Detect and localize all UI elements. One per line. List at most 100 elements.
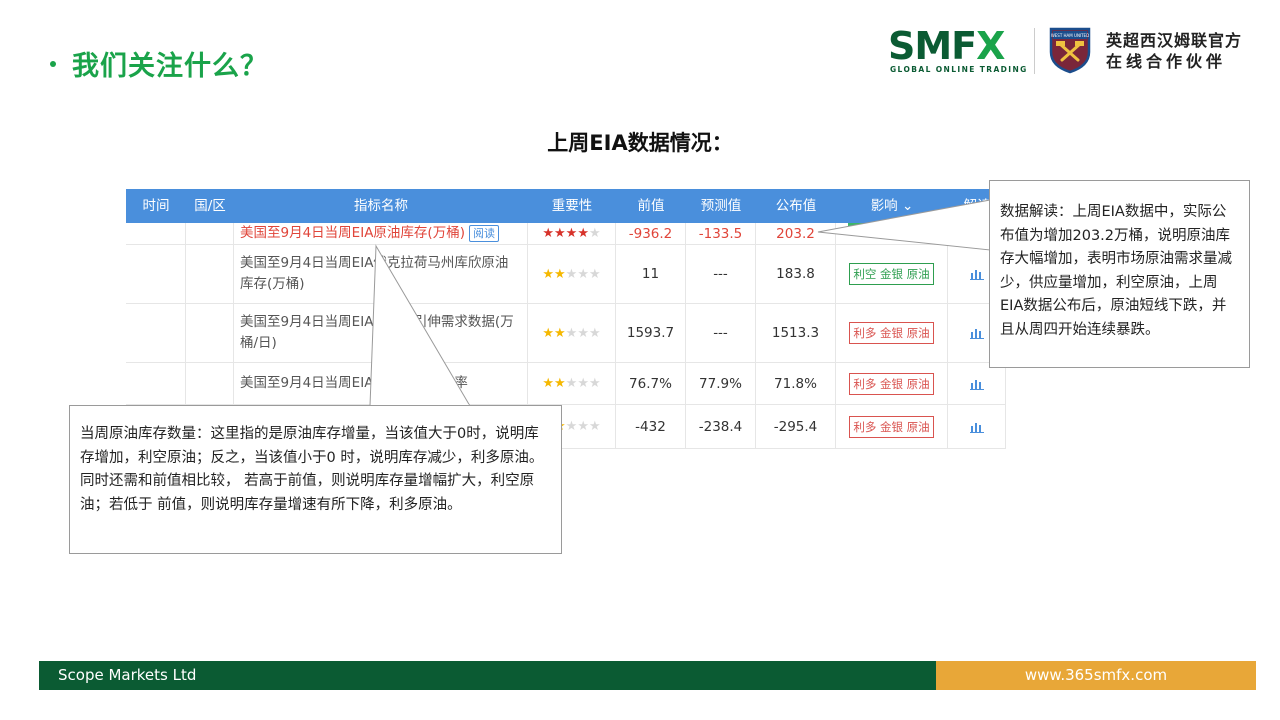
impact-cell: 利空 金银 原油	[836, 245, 948, 303]
time-cell	[126, 363, 186, 404]
value-forecast: ---	[686, 245, 756, 303]
brand-logos: SMFX GLOBAL ONLINE TRADING WEST HAM UNIT…	[888, 26, 1258, 78]
value-prev: 1593.7	[616, 304, 686, 362]
forecast-value: ---	[713, 325, 728, 341]
crude-inventory-callout: 当周原油库存数量：这里指的是原油库存增量，当该值大于0时，说明库存增加，利空原油…	[69, 405, 562, 554]
star-icon: ★	[588, 226, 601, 241]
indicator-name: 美国至9月4日当周EIA俄克拉荷马州库欣原油库存(万桶)	[234, 245, 528, 303]
star-icon: ★	[577, 325, 589, 341]
table-row: 美国至9月4日当周EIA原油库存(万桶) 阅读 ★★★★★ -936.2 -133.5 2…	[126, 223, 1006, 245]
actual-value: 183.8	[776, 266, 815, 282]
forecast-value: 77.9%	[699, 375, 742, 392]
header-region: 国/区	[194, 198, 226, 214]
value-prev: -936.2	[616, 223, 686, 244]
star-icon: ★	[554, 226, 566, 241]
west-ham-crest-icon: WEST HAM UNITED	[1049, 27, 1091, 74]
table-row: 美国至9月4日当周EIA精炼油引伸需求数据(万桶/日) ★★★★★ 1593.7 --…	[126, 304, 1006, 363]
interpretation-callout: 数据解读：上周EIA数据中，实际公布值为增加203.2万桶，说明原油库存大幅增加…	[989, 180, 1250, 368]
star-icon: ★	[554, 376, 566, 391]
time-cell	[126, 245, 186, 303]
logo-divider	[1034, 28, 1035, 74]
chart-cell	[948, 405, 1006, 448]
bar-chart-icon[interactable]	[969, 327, 984, 339]
region-cell	[186, 223, 234, 244]
star-icon: ★	[542, 266, 555, 282]
header-importance: 重要性	[551, 198, 593, 214]
star-icon: ★	[554, 266, 566, 282]
prev-value: 1593.7	[626, 325, 675, 341]
star-icon: ★	[588, 325, 601, 341]
region-cell	[186, 245, 234, 303]
value-forecast: -133.5	[686, 223, 756, 244]
value-actual: 1513.3	[756, 304, 836, 362]
actual-value: 1513.3	[771, 325, 820, 341]
table-row: 美国至9月4日当周EIA俄克拉荷马州库欣原油库存(万桶) ★★★★★ 11 --- 18…	[126, 245, 1006, 304]
star-icon: ★	[588, 376, 601, 391]
time-cell	[126, 304, 186, 362]
smfx-tagline: GLOBAL ONLINE TRADING	[890, 65, 1028, 74]
value-prev: -432	[616, 405, 686, 448]
indicator-name-text[interactable]: 美国至9月4日当周EIA炼厂设备利用率	[240, 373, 468, 394]
prev-value: 11	[641, 266, 660, 282]
star-icon: ★	[565, 376, 578, 391]
impact-tag: 利空 金银 原油	[849, 263, 934, 285]
header-time: 时间	[142, 198, 170, 214]
star-icon: ★	[588, 419, 601, 434]
value-prev: 76.7%	[616, 363, 686, 404]
impact-cell	[836, 223, 948, 244]
impact-cell: 利多 金银 原油	[836, 363, 948, 404]
impact-cell: 利多 金银 原油	[836, 405, 948, 448]
footer-website[interactable]: www.365smfx.com	[936, 661, 1256, 690]
table-header: 时间 国/区 指标名称 重要性 前值 预测值 公布值 影响 ⌄ 解读	[126, 189, 1006, 223]
impact-tag: 利多 金银 原油	[849, 322, 934, 344]
forecast-value: -133.5	[698, 225, 743, 242]
star-icon: ★	[542, 376, 555, 391]
indicator-name-text[interactable]: 美国至9月4日当周EIA俄克拉荷马州库欣原油库存(万桶)	[240, 253, 515, 295]
star-icon: ★	[565, 266, 578, 282]
importance-stars: ★★★★★	[528, 223, 616, 244]
indicator-name-text[interactable]: 美国至9月4日当周EIA原油库存(万桶)	[240, 223, 465, 244]
section-title: 上周EIA数据情况：	[547, 131, 733, 155]
importance-stars: ★★★★★	[528, 304, 616, 362]
star-icon: ★	[565, 325, 578, 341]
star-icon: ★	[577, 419, 589, 434]
page-title: 我们关注什么？	[72, 51, 268, 82]
bar-chart-icon[interactable]	[969, 268, 984, 280]
read-button[interactable]: 阅读	[468, 225, 499, 242]
indicator-name: 美国至9月4日当周EIA炼厂设备利用率	[234, 363, 528, 404]
value-forecast: 77.9%	[686, 363, 756, 404]
header-actual: 公布值	[775, 198, 817, 214]
svg-text:WEST HAM UNITED: WEST HAM UNITED	[1051, 33, 1089, 38]
prev-value: 76.7%	[629, 375, 672, 392]
value-actual: -295.4	[756, 405, 836, 448]
chevron-down-icon: ⌄	[901, 198, 914, 214]
footer-company: Scope Markets Ltd	[39, 661, 936, 690]
value-actual: 203.2	[756, 223, 836, 244]
star-icon: ★	[542, 226, 555, 241]
prev-value: -432	[635, 418, 666, 435]
bar-chart-icon[interactable]	[969, 378, 984, 390]
indicator-name-text[interactable]: 美国至9月4日当周EIA精炼油引伸需求数据(万桶/日)	[240, 312, 515, 354]
importance-stars: ★★★★★	[528, 363, 616, 404]
bar-chart-icon[interactable]	[969, 421, 984, 433]
forecast-value: ---	[713, 266, 728, 282]
importance-stars: ★★★★★	[528, 245, 616, 303]
partner-line-1: 英超西汉姆联官方	[1106, 31, 1243, 50]
partner-text: 英超西汉姆联官方 在线合作伙伴	[1106, 30, 1242, 72]
table-row: 美国至9月4日当周EIA炼厂设备利用率 ★★★★★ 76.7% 77.9% 71.8% 利…	[126, 363, 1006, 405]
actual-value: 71.8%	[774, 375, 817, 392]
star-icon: ★	[577, 226, 589, 241]
actual-value: 203.2	[776, 225, 815, 242]
star-icon: ★	[588, 266, 601, 282]
star-icon: ★	[565, 226, 578, 241]
impact-tag: 利多 金银 原油	[849, 415, 934, 438]
value-actual: 183.8	[756, 245, 836, 303]
header-impact[interactable]: 影响 ⌄	[836, 189, 948, 223]
smfx-logo: SMFX	[888, 24, 1005, 68]
value-actual: 71.8%	[756, 363, 836, 404]
time-cell	[126, 223, 186, 244]
star-icon: ★	[577, 266, 589, 282]
partner-line-2: 在线合作伙伴	[1106, 52, 1227, 71]
header-indicator: 指标名称	[354, 198, 408, 214]
value-prev: 11	[616, 245, 686, 303]
